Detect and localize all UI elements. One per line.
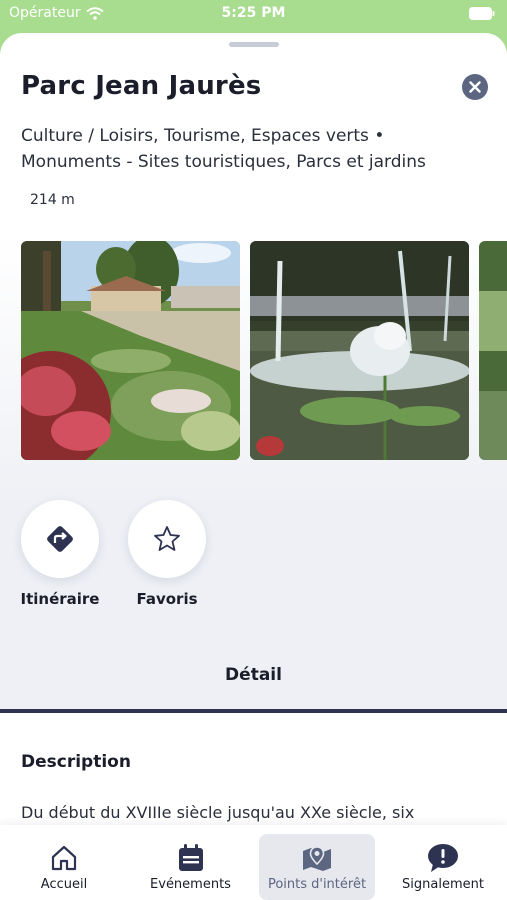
- photo-partial[interactable]: [479, 241, 507, 460]
- photo-gallery[interactable]: [21, 241, 507, 461]
- map-pin-icon: [303, 846, 331, 871]
- place-detail-sheet: Parc Jean Jaurès Culture / Loisirs, Tour…: [0, 33, 507, 900]
- tab-signalement-label: Signalement: [402, 877, 484, 892]
- tab-accueil[interactable]: Accueil: [14, 825, 114, 900]
- tab-evenements[interactable]: Evénements: [138, 825, 243, 900]
- photo-fountain[interactable]: [250, 241, 469, 460]
- tab-points-interet[interactable]: Points d'intérêt: [259, 825, 375, 900]
- close-button[interactable]: [462, 74, 488, 100]
- description-heading: Description: [21, 752, 131, 772]
- description-text: Du début du XVIIIe siècle jusqu'au XXe s…: [21, 803, 415, 822]
- favorites-circle[interactable]: [128, 500, 206, 578]
- directions-icon: [47, 526, 73, 552]
- tab-points-interet-label: Points d'intérêt: [267, 877, 367, 892]
- status-time: 5:25 PM: [221, 5, 286, 21]
- alert-bubble-icon: [428, 844, 458, 872]
- place-categories: Culture / Loisirs, Tourisme, Espaces ver…: [21, 123, 481, 175]
- place-title: Parc Jean Jaurès: [21, 71, 262, 101]
- tab-evenements-label: Evénements: [150, 877, 231, 892]
- itinerary-circle[interactable]: [21, 500, 99, 578]
- status-bar: Opérateur 5:25 PM: [0, 0, 507, 30]
- tab-detail[interactable]: Détail: [0, 665, 507, 685]
- favorites-label: Favoris: [136, 590, 198, 608]
- bottom-tab-bar: Accueil Evénements Points d'intérêt Sign…: [0, 825, 507, 900]
- sheet-grabber[interactable]: [229, 42, 279, 47]
- itinerary-label: Itinéraire: [20, 590, 100, 608]
- home-icon: [51, 845, 77, 871]
- close-icon: [469, 81, 481, 93]
- tab-accueil-label: Accueil: [40, 877, 88, 892]
- itinerary-button[interactable]: Itinéraire: [5, 500, 115, 608]
- star-icon: [154, 526, 180, 551]
- tab-signalement[interactable]: Signalement: [393, 825, 493, 900]
- categories-line-2: Monuments - Sites touristiques, Parcs et…: [21, 152, 426, 172]
- photo-garden[interactable]: [21, 241, 240, 460]
- favorites-button[interactable]: Favoris: [112, 500, 222, 608]
- categories-line-1: Culture / Loisirs, Tourisme, Espaces ver…: [21, 126, 385, 146]
- battery-icon: [469, 7, 495, 20]
- place-distance: 214 m: [30, 192, 75, 208]
- calendar-icon: [178, 844, 203, 871]
